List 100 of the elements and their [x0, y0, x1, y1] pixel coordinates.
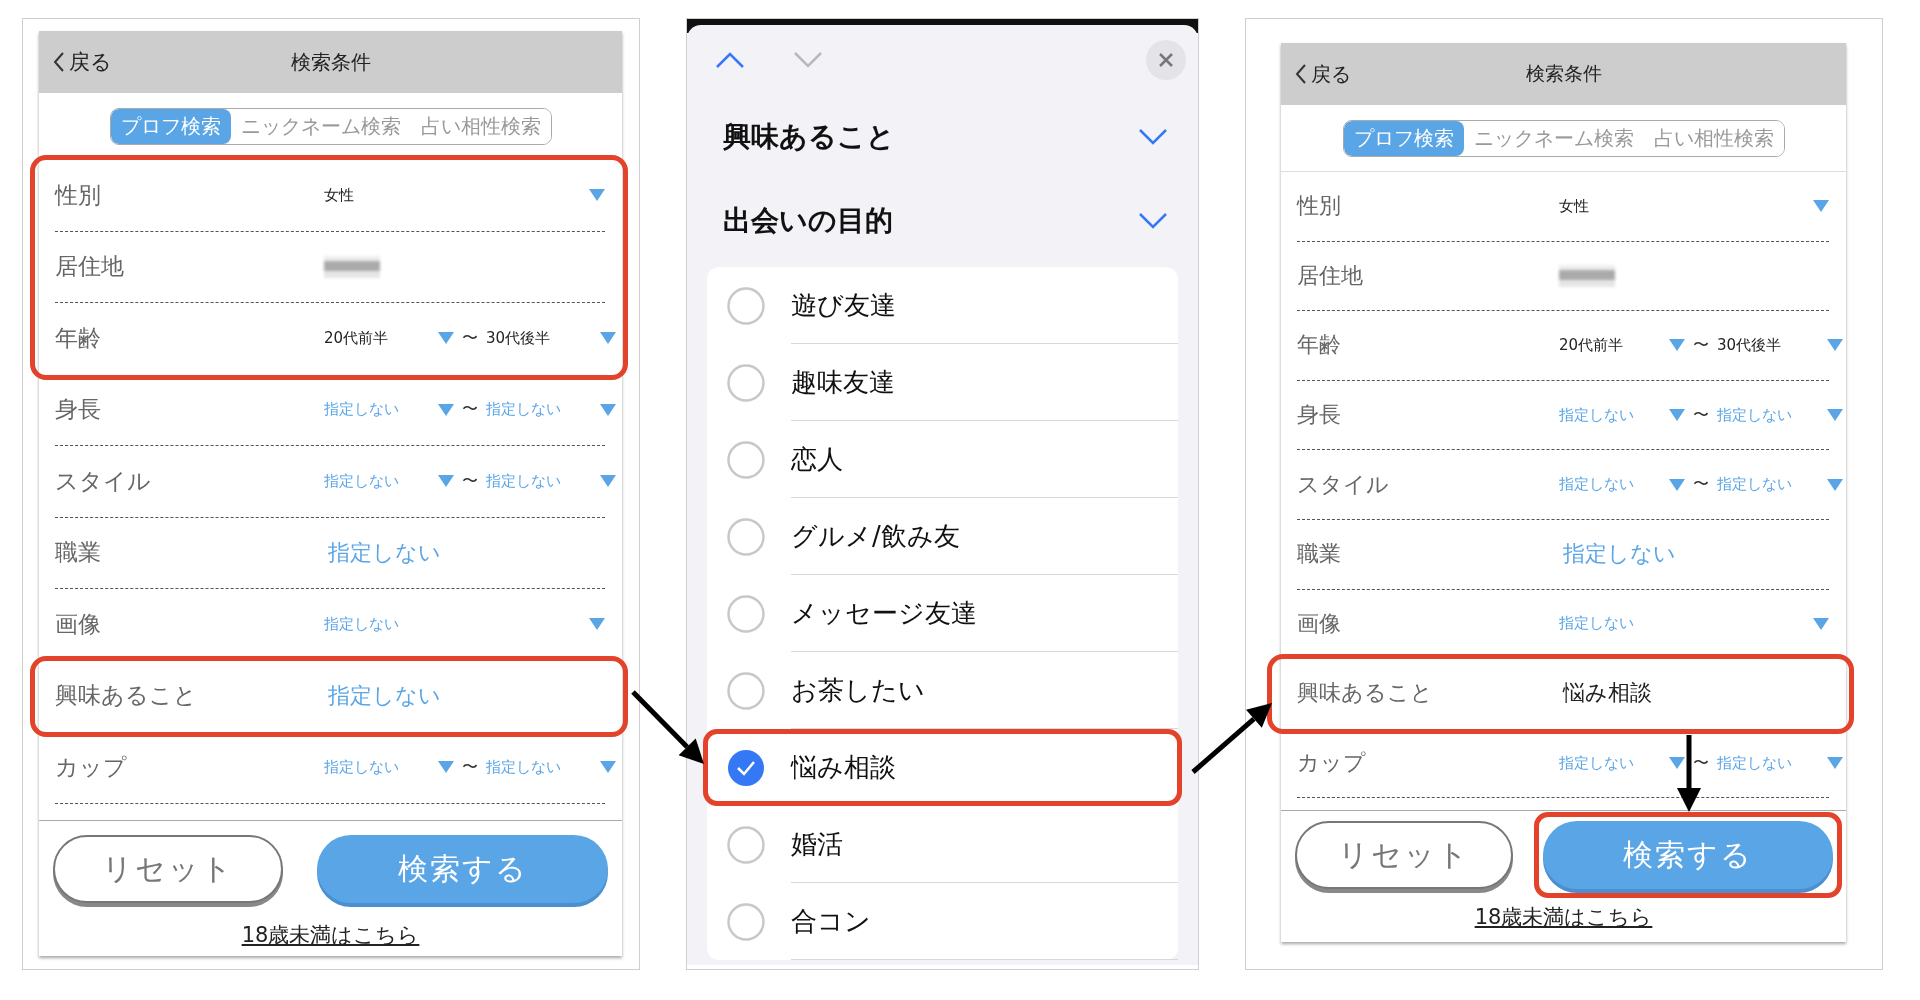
chevron-up-icon[interactable]: [715, 51, 745, 69]
field-label: 身長: [1297, 401, 1342, 430]
select-value[interactable]: 指定しない: [1559, 405, 1663, 425]
caret-icon: [600, 761, 616, 774]
range-separator: 〜: [462, 327, 478, 349]
field-label: 興味あること: [1297, 679, 1434, 708]
tab[interactable]: プロフ検索: [110, 108, 231, 144]
radio-icon[interactable]: [727, 825, 765, 864]
select-value[interactable]: 30代後半: [1717, 336, 1821, 355]
radio-icon[interactable]: [727, 671, 765, 710]
option-label[interactable]: お茶したい: [791, 673, 925, 708]
chevron-down-icon[interactable]: [793, 51, 823, 69]
select-value[interactable]: 指定しない: [486, 400, 594, 420]
select-value[interactable]: 20代前半: [324, 328, 432, 348]
chevron-left-icon: [1295, 63, 1307, 85]
select-value[interactable]: 指定しない: [328, 537, 441, 568]
caret-icon: [1669, 757, 1685, 770]
field-label: スタイル: [55, 466, 152, 496]
option-label[interactable]: 婚活: [791, 827, 843, 862]
close-icon: [1158, 52, 1174, 68]
close-button[interactable]: [1146, 40, 1186, 80]
field-label: 年齢: [1297, 331, 1342, 360]
field-label: 身長: [55, 395, 102, 425]
select-value[interactable]: 20代前半: [1559, 336, 1663, 355]
select-value[interactable]: 指定しない: [328, 680, 441, 711]
caret-icon: [1669, 409, 1685, 422]
caret-icon: [1827, 757, 1843, 770]
caret-icon: [438, 332, 454, 345]
radio-icon[interactable]: [727, 363, 765, 402]
range-separator: 〜: [1693, 474, 1709, 496]
select-value[interactable]: 女性: [1559, 196, 1589, 216]
option-label[interactable]: 恋人: [791, 442, 843, 477]
select-value[interactable]: 指定しない: [1563, 539, 1676, 570]
option-label[interactable]: 趣味友達: [791, 365, 895, 400]
caret-icon: [438, 403, 454, 416]
blurred-value: [324, 255, 380, 278]
range-separator: 〜: [1693, 404, 1709, 426]
caret-icon: [1669, 478, 1685, 491]
option-label[interactable]: 合コン: [791, 904, 871, 939]
select-value[interactable]: 指定しない: [486, 471, 594, 491]
range-separator: 〜: [1693, 752, 1709, 774]
select-value[interactable]: 指定しない: [1559, 753, 1663, 773]
select-value[interactable]: 指定しない: [1717, 405, 1821, 425]
radio-icon[interactable]: [727, 594, 765, 633]
chevron-down-icon[interactable]: [1138, 128, 1168, 146]
select-value[interactable]: 指定しない: [1717, 753, 1821, 773]
screen-title: 検索条件: [290, 49, 371, 74]
field-label: 年齢: [55, 323, 102, 353]
caret-icon: [1827, 339, 1843, 352]
section-heading[interactable]: 出会いの目的: [723, 202, 893, 240]
field-label: 居住地: [55, 252, 125, 282]
caret-icon: [589, 618, 605, 631]
blurred-value: [1559, 264, 1615, 287]
select-value[interactable]: 30代後半: [486, 328, 594, 348]
screen-title: 検索条件: [1525, 62, 1602, 84]
caret-icon: [600, 475, 616, 488]
chevron-down-icon[interactable]: [1138, 212, 1168, 230]
select-value[interactable]: 指定しない: [1559, 614, 1634, 634]
select-value[interactable]: 指定しない: [324, 471, 432, 491]
field-label: カップ: [1297, 749, 1367, 778]
select-value[interactable]: 指定しない: [1559, 475, 1663, 495]
range-separator: 〜: [462, 399, 478, 421]
select-value[interactable]: 悩み相談: [1563, 678, 1652, 709]
option-label[interactable]: 遊び友達: [791, 288, 896, 323]
caret-icon: [600, 403, 616, 416]
tab[interactable]: プロフ検索: [1343, 120, 1464, 156]
radio-icon[interactable]: [727, 902, 765, 941]
underage-link[interactable]: 18歳未満はこちら: [1474, 903, 1653, 931]
field-label: スタイル: [1297, 470, 1390, 499]
field-label: カップ: [55, 752, 128, 782]
checked-radio-icon[interactable]: [727, 748, 765, 787]
select-value[interactable]: 指定しない: [486, 757, 594, 777]
back-button[interactable]: 戻る: [1295, 60, 1351, 88]
field-label: 性別: [1297, 192, 1342, 221]
select-value[interactable]: 女性: [324, 185, 354, 205]
option-label[interactable]: グルメ/飲み友: [791, 519, 960, 554]
select-value[interactable]: 指定しない: [324, 614, 399, 634]
caret-icon: [1827, 409, 1843, 422]
select-value[interactable]: 指定しない: [1717, 475, 1821, 495]
field-label: 画像: [1297, 609, 1342, 638]
caret-icon: [1669, 339, 1685, 352]
caret-icon: [438, 475, 454, 488]
field-label: 画像: [55, 609, 102, 639]
field-label: 興味あること: [55, 681, 198, 711]
radio-icon[interactable]: [727, 517, 765, 556]
caret-icon: [600, 332, 616, 345]
select-value[interactable]: 指定しない: [324, 400, 432, 420]
radio-icon[interactable]: [727, 286, 765, 325]
option-label[interactable]: メッセージ友達: [791, 596, 977, 631]
radio-icon[interactable]: [727, 440, 765, 479]
caret-icon: [1813, 200, 1829, 213]
range-separator: 〜: [462, 470, 478, 492]
select-value[interactable]: 指定しない: [324, 757, 432, 777]
chevron-left-icon: [53, 51, 65, 73]
caret-icon: [1827, 478, 1843, 491]
caret-icon: [438, 761, 454, 774]
section-heading[interactable]: 興味あること: [723, 118, 895, 156]
back-button[interactable]: 戻る: [53, 48, 112, 76]
option-label[interactable]: 悩み相談: [791, 750, 896, 785]
underage-link[interactable]: 18歳未満はこちら: [241, 921, 420, 949]
